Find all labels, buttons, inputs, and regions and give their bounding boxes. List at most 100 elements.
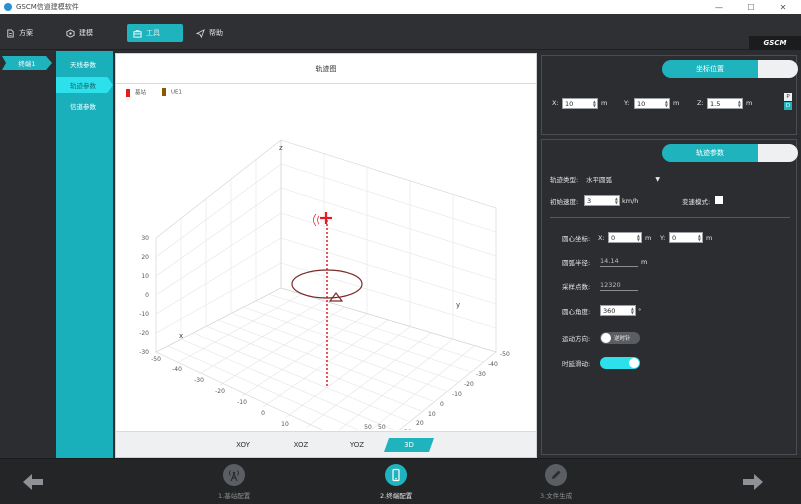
z-label: Z: bbox=[697, 99, 704, 107]
spin-arrows-icon[interactable]: ▲ ▼ bbox=[615, 196, 618, 205]
document-icon bbox=[7, 28, 14, 38]
spin-arrows-icon[interactable]: ▲ ▼ bbox=[593, 99, 596, 108]
legend-item-ue1: UE1 bbox=[162, 88, 182, 97]
coord-panel-header-tail bbox=[758, 60, 798, 78]
varspeed-checkbox[interactable] bbox=[715, 196, 723, 204]
speed-label: 初始速度: bbox=[550, 198, 579, 206]
center-y-label: Y: bbox=[660, 234, 666, 242]
angle-input[interactable]: 360 ▲ ▼ bbox=[600, 305, 636, 316]
tab-xoz[interactable]: XOZ bbox=[276, 438, 326, 452]
z-input[interactable]: 1.5 ▲ ▼ bbox=[707, 98, 743, 109]
plot-legend: 基站 UE1 bbox=[126, 88, 182, 97]
z-tick-label: 30 bbox=[141, 235, 149, 242]
param-item-antenna[interactable]: 天线参数 bbox=[56, 56, 113, 72]
speed-input[interactable]: 3 ▲ ▼ bbox=[584, 195, 620, 206]
y-input[interactable]: 10 ▲ ▼ bbox=[634, 98, 670, 109]
x-label: X: bbox=[552, 99, 559, 107]
pencil-icon bbox=[545, 464, 568, 486]
samples-field: 12320 bbox=[600, 280, 638, 291]
trajectory-plot-panel: 轨迹图 基站 UE1 30 20 10 0 -10 -20 -30 -50 -4… bbox=[115, 53, 537, 458]
step-label: 3.文件生成 bbox=[540, 492, 573, 500]
center-y-unit: m bbox=[706, 234, 713, 242]
x-input[interactable]: 10 ▲ ▼ bbox=[562, 98, 598, 109]
traj-type-select[interactable]: 水平圆弧 ▼ bbox=[584, 173, 660, 185]
param-item-trajectory[interactable]: 轨迹参数 bbox=[56, 77, 113, 93]
param-item-channel[interactable]: 信道参数 bbox=[56, 98, 113, 114]
coord-panel-header: 坐标位置 bbox=[662, 60, 758, 78]
antenna-icon bbox=[223, 464, 246, 486]
back-arrow-icon[interactable] bbox=[22, 473, 44, 491]
direction-label: 运动方向: bbox=[562, 335, 591, 343]
legend-item-bs: 基站 bbox=[126, 88, 146, 97]
slide-toggle[interactable] bbox=[600, 357, 640, 369]
phone-icon bbox=[385, 464, 408, 486]
menu-item-modeling[interactable]: 建模 bbox=[60, 24, 99, 42]
x-tick-label: -10 bbox=[237, 399, 247, 406]
base-station-marker bbox=[320, 212, 332, 224]
slide-label: 时延滑动: bbox=[562, 360, 591, 368]
angle-label: 圆心角度: bbox=[562, 308, 591, 316]
varspeed-label: 变速模式: bbox=[682, 198, 711, 206]
traj-panel-header: 轨迹参数 bbox=[662, 144, 758, 162]
forward-arrow-icon[interactable] bbox=[742, 473, 764, 491]
trajectory-param-panel: 轨迹参数 轨迹类型: 水平圆弧 ▼ 初始速度: 3 ▲ ▼ km/h 变速模式: … bbox=[541, 139, 798, 455]
param-tree: 天线参数 轨迹参数 信道参数 bbox=[56, 51, 113, 458]
maximize-button[interactable]: ☐ bbox=[736, 0, 766, 14]
center-x-label: X: bbox=[598, 234, 605, 242]
x-tick-label: -50 bbox=[151, 356, 161, 363]
step-terminal-config[interactable]: 2.终端配置 bbox=[380, 464, 412, 500]
samples-value: 12320 bbox=[600, 281, 621, 289]
z-unit: m bbox=[746, 99, 753, 107]
toolbox-icon bbox=[133, 29, 142, 38]
center-y-input[interactable]: 0 ▲ ▼ bbox=[669, 232, 703, 243]
z-tick-label: -20 bbox=[139, 330, 149, 337]
menu-item-label: 帮助 bbox=[209, 29, 223, 37]
y-tick-label: 10 bbox=[428, 411, 436, 418]
x-tick-label: 50 bbox=[364, 424, 372, 430]
mode-p-button[interactable]: P bbox=[784, 93, 792, 101]
menu-item-tools[interactable]: 工具 bbox=[127, 24, 183, 42]
y-tick-label: 0 bbox=[440, 401, 444, 408]
menu-item-help[interactable]: 帮助 bbox=[190, 24, 229, 42]
direction-toggle[interactable]: 逆时针 bbox=[600, 332, 640, 344]
y-value: 10 bbox=[637, 99, 646, 108]
tab-xoy[interactable]: XOY bbox=[218, 438, 268, 452]
menu-bar: 方案 建模 工具 帮助 GSCM bbox=[0, 14, 801, 50]
z-tick-label: 20 bbox=[141, 254, 149, 261]
x-value: 10 bbox=[565, 99, 574, 108]
y-unit: m bbox=[673, 99, 680, 107]
x-tick-label: 10 bbox=[281, 421, 289, 428]
toggle-knob bbox=[601, 333, 611, 343]
speed-value: 3 bbox=[587, 196, 592, 205]
mode-d-button[interactable]: D bbox=[784, 102, 792, 110]
tab-yoz[interactable]: YOZ bbox=[332, 438, 382, 452]
center-x-input[interactable]: 0 ▲ ▼ bbox=[608, 232, 642, 243]
legend-swatch bbox=[162, 88, 167, 97]
spin-arrows-icon[interactable]: ▲ ▼ bbox=[738, 99, 741, 108]
x-unit: m bbox=[601, 99, 608, 107]
step-bs-config[interactable]: 1.基站配置 bbox=[218, 464, 250, 500]
z-tick-label: 10 bbox=[141, 273, 149, 280]
traj-panel-header-tail bbox=[758, 144, 798, 162]
menu-item-scheme[interactable]: 方案 bbox=[0, 24, 39, 42]
y-tick-label: 20 bbox=[416, 420, 424, 427]
samples-label: 采样点数: bbox=[562, 283, 591, 291]
view-tab-bar: XOY XOZ YOZ 3D bbox=[116, 431, 536, 457]
spin-arrows-icon[interactable]: ▲ ▼ bbox=[631, 306, 634, 315]
step-label: 1.基站配置 bbox=[218, 492, 251, 500]
send-icon bbox=[196, 28, 205, 38]
spin-arrows-icon[interactable]: ▲ ▼ bbox=[637, 233, 640, 242]
model-icon bbox=[66, 28, 75, 38]
tab-3d[interactable]: 3D bbox=[384, 438, 434, 452]
close-button[interactable]: ✕ bbox=[768, 0, 798, 14]
terminal-item[interactable]: 终端1 bbox=[2, 56, 52, 70]
y-tick-label: -50 bbox=[500, 351, 510, 358]
z-tick-label: -30 bbox=[139, 349, 149, 356]
spin-arrows-icon[interactable]: ▲ ▼ bbox=[698, 233, 701, 242]
terminal-tree: 终端1 bbox=[0, 51, 55, 458]
center-x-unit: m bbox=[645, 234, 652, 242]
spin-arrows-icon[interactable]: ▲ ▼ bbox=[665, 99, 668, 108]
minimize-button[interactable]: — bbox=[704, 0, 734, 14]
step-file-generate[interactable]: 3.文件生成 bbox=[540, 464, 572, 500]
3d-plot[interactable]: 30 20 10 0 -10 -20 -30 -50 -40 -30 -20 -… bbox=[116, 98, 536, 430]
